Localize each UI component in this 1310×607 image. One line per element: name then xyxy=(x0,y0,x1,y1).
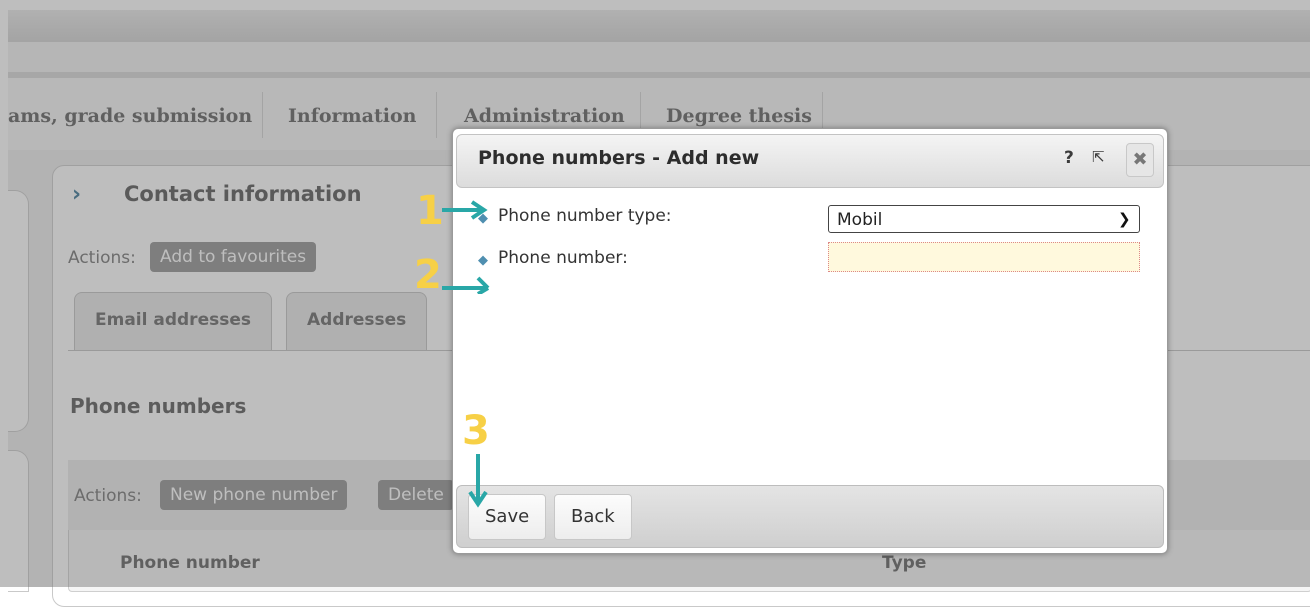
annotation-arrow-2 xyxy=(442,276,490,294)
help-icon[interactable]: ? xyxy=(1064,148,1074,168)
annotation-arrow-3 xyxy=(468,454,488,508)
chevron-down-icon[interactable]: ❯ xyxy=(1118,205,1131,233)
popout-icon[interactable]: ⇱ xyxy=(1092,148,1105,166)
annotation-number-2: 2 xyxy=(414,252,442,298)
close-icon[interactable]: ✖ xyxy=(1126,143,1154,177)
phone-number-input[interactable] xyxy=(828,242,1140,272)
phone-number-label: Phone number: xyxy=(498,248,628,268)
phone-type-label: Phone number type: xyxy=(498,206,672,226)
back-button[interactable]: Back xyxy=(554,494,632,540)
annotation-arrow-1 xyxy=(442,200,488,220)
phone-type-select[interactable]: Mobil xyxy=(828,205,1140,233)
annotation-number-3: 3 xyxy=(462,408,490,454)
dialog-title: Phone numbers - Add new xyxy=(478,147,760,169)
